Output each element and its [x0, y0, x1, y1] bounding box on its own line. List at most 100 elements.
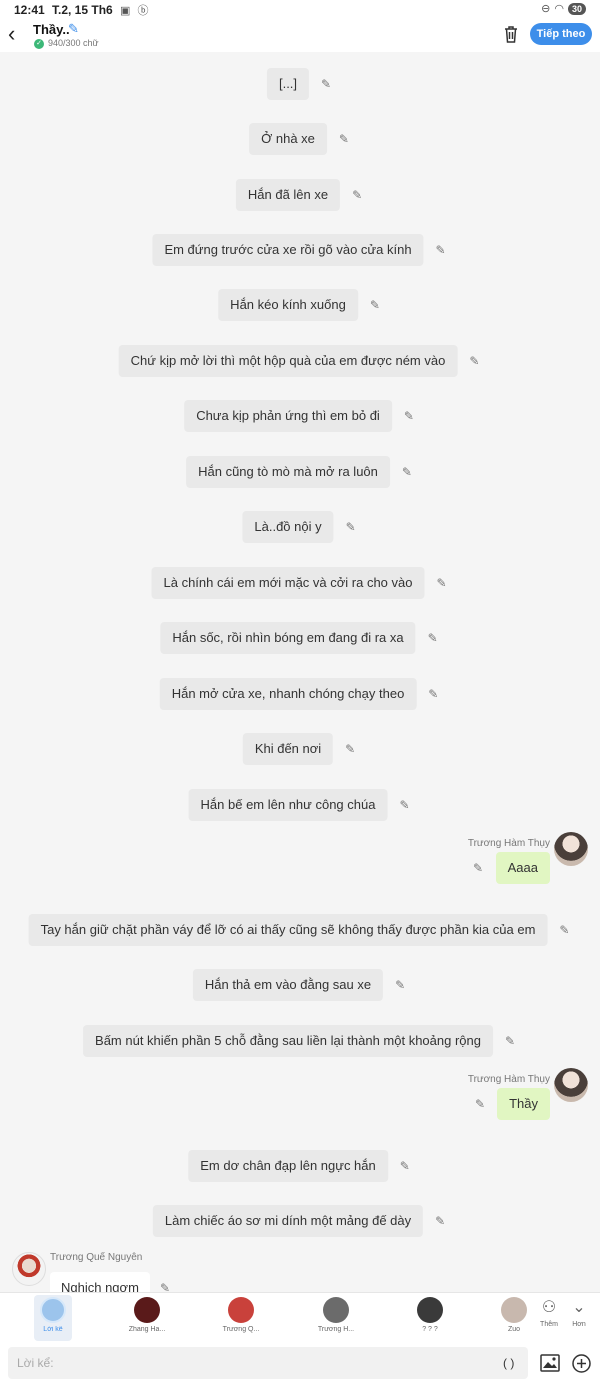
character-narrator[interactable]: Lời kể [34, 1295, 72, 1341]
character-message: Trương Quế Nguyên Nghịch ngợm ✎ [0, 1252, 600, 1292]
edit-icon[interactable]: ✎ [160, 1282, 172, 1292]
character-zhang[interactable]: Zhang Ha... [117, 1295, 177, 1341]
edit-icon[interactable]: ✎ [395, 979, 407, 991]
narration-row: Em đứng trước cửa xe rồi gõ vào cửa kính… [0, 234, 600, 266]
character-message: Trương Hàm Thụy Thầy ✎ [0, 1068, 600, 1144]
avatar [134, 1297, 160, 1323]
character-bar: Lời kể Zhang Ha... Trương Q... Trương H.… [0, 1292, 600, 1342]
edit-icon[interactable]: ✎ [370, 299, 382, 311]
add-character-button[interactable]: ⚇ Thêm [532, 1297, 566, 1337]
narration-row: Hắn thả em vào đằng sau xe ✎ [0, 969, 600, 1001]
edit-icon[interactable]: ✎ [346, 521, 358, 533]
edit-icon[interactable]: ✎ [436, 244, 448, 256]
character-truong-h[interactable]: Trương H... [306, 1295, 366, 1341]
avatar[interactable] [12, 1252, 46, 1286]
narration-bubble[interactable]: Hắn đã lên xe [235, 179, 341, 211]
narration-bubble[interactable]: Hắn cũng tò mò mà mở ra luôn [186, 456, 390, 488]
narration-input[interactable] [8, 1347, 528, 1379]
character-zuo[interactable]: Zuo [500, 1295, 528, 1341]
narration-row: Em dơ chân đạp lên ngực hắn ✎ [0, 1150, 600, 1182]
narration-bubble[interactable]: Khi đến nơi [242, 733, 334, 765]
narration-bubble[interactable]: Hắn mở cửa xe, nhanh chóng chạy theo [159, 678, 417, 710]
avatar [417, 1297, 443, 1323]
dialog-bubble[interactable]: Aaaa [495, 852, 550, 884]
edit-icon[interactable]: ✎ [473, 862, 485, 874]
edit-icon[interactable]: ✎ [352, 189, 364, 201]
narration-row: Bấm nút khiến phần 5 chỗ đằng sau liền l… [0, 1025, 600, 1057]
narration-bubble[interactable]: Là chính cái em mới mặc và cởi ra cho và… [151, 567, 425, 599]
edit-icon[interactable]: ✎ [469, 355, 481, 367]
edit-icon[interactable]: ✎ [402, 466, 414, 478]
back-icon[interactable]: ‹ [8, 23, 28, 47]
character-truong-q[interactable]: Trương Q... [211, 1295, 271, 1341]
narration-bubble[interactable]: Làm chiếc áo sơ mi dính một mảng đế dày [152, 1205, 424, 1237]
status-icons: ▣ ⓑ [120, 5, 151, 17]
speaker-name: Trương Quế Nguyên [50, 1252, 143, 1263]
narration-bubble[interactable]: Ở nhà xe [249, 123, 327, 155]
narration-row: Tay hắn giữ chặt phần váy để lỡ có ai th… [0, 914, 600, 946]
avatar[interactable] [554, 1068, 588, 1102]
edit-icon[interactable]: ✎ [435, 1215, 447, 1227]
edit-icon[interactable]: ✎ [559, 924, 571, 936]
narration-row: Làm chiếc áo sơ mi dính một mảng đế dày ✎ [0, 1205, 600, 1237]
parentheses-button[interactable]: ( ) [503, 1356, 514, 1370]
narration-bubble[interactable]: Hắn bế em lên như công chúa [188, 789, 388, 821]
character-name: ? ? ? [422, 1326, 438, 1333]
status-time: 12:41 [14, 3, 45, 17]
edit-icon[interactable]: ✎ [400, 1160, 412, 1172]
edit-title-icon[interactable]: ✎ [68, 21, 79, 37]
narration-row: Hắn sốc, rồi nhìn bóng em đang đi ra xa ✎ [0, 622, 600, 654]
narration-bubble[interactable]: Hắn kéo kính xuống [218, 289, 358, 321]
narration-bubble[interactable]: Là..đồ nội y [242, 511, 334, 543]
narration-row: Chưa kịp phản ứng thì em bỏ đi ✎ [0, 400, 600, 432]
edit-icon[interactable]: ✎ [321, 78, 333, 90]
edit-icon[interactable]: ✎ [505, 1035, 517, 1047]
character-name: Zhang Ha... [128, 1326, 166, 1333]
narration-row: Hắn đã lên xe ✎ [0, 179, 600, 211]
edit-icon[interactable]: ✎ [339, 133, 351, 145]
check-icon: ✓ [34, 39, 44, 49]
avatar[interactable] [554, 832, 588, 866]
avatar [501, 1297, 527, 1323]
status-right: ⊖ ◠ 30 [541, 2, 586, 15]
edit-icon[interactable]: ✎ [428, 632, 440, 644]
dialog-bubble[interactable]: Nghịch ngợm [50, 1272, 150, 1292]
word-count: 940/300 chữ [48, 38, 99, 48]
character-name: Trương Q... [222, 1326, 260, 1333]
status-bar: 12:41 T.2, 15 Th6 ▣ ⓑ ⊖ ◠ 30 [0, 0, 600, 18]
narration-bubble[interactable]: Tay hắn giữ chặt phần váy để lỡ có ai th… [28, 914, 548, 946]
character-unknown[interactable]: ? ? ? [400, 1295, 460, 1341]
edit-icon[interactable]: ✎ [345, 743, 357, 755]
battery-icon: 30 [567, 2, 586, 15]
narration-bubble[interactable]: Em đứng trước cửa xe rồi gõ vào cửa kính [152, 234, 424, 266]
avatar [323, 1297, 349, 1323]
narration-bubble[interactable]: [...] [266, 68, 310, 100]
character-name: Lời kể [43, 1326, 63, 1333]
narration-bubble[interactable]: Hắn sốc, rồi nhìn bóng em đang đi ra xa [160, 622, 416, 654]
narration-bubble[interactable]: Chứ kịp mở lời thì một hộp quà của em đư… [118, 345, 458, 377]
edit-icon[interactable]: ✎ [475, 1098, 487, 1110]
narration-bubble[interactable]: Chưa kịp phản ứng thì em bỏ đi [184, 400, 392, 432]
narration-row: Hắn bế em lên như công chúa ✎ [0, 789, 600, 821]
dnd-icon: ⊖ [541, 3, 551, 15]
collapse-button[interactable]: ⌄ Hơn [562, 1297, 596, 1337]
edit-icon[interactable]: ✎ [428, 688, 440, 700]
chat-area[interactable]: [...] ✎ Ở nhà xe ✎ Hắn đã lên xe ✎ Em đứng … [0, 52, 600, 1292]
plus-icon[interactable] [572, 1354, 591, 1373]
edit-icon[interactable]: ✎ [404, 410, 416, 422]
dialog-bubble[interactable]: Thầy [497, 1088, 550, 1120]
next-button[interactable]: Tiếp theo [530, 23, 592, 45]
image-icon[interactable] [540, 1354, 560, 1372]
narration-bubble[interactable]: Em dơ chân đạp lên ngực hắn [188, 1150, 388, 1182]
narration-row: Chứ kịp mở lời thì một hộp quà của em đư… [0, 345, 600, 377]
speaker-name: Trương Hàm Thụy [467, 838, 550, 849]
top-header: ‹ Thầy.. ✎ ✓ 940/300 chữ Tiếp theo [0, 18, 600, 52]
narration-bubble[interactable]: Bấm nút khiến phần 5 chỗ đằng sau liền l… [83, 1025, 493, 1057]
narration-bubble[interactable]: Hắn thả em vào đằng sau xe [192, 969, 384, 1001]
trash-icon[interactable] [502, 24, 520, 44]
input-bar: ( ) [0, 1342, 600, 1386]
narration-row: Hắn mở cửa xe, nhanh chóng chạy theo ✎ [0, 678, 600, 710]
status-date: T.2, 15 Th6 [52, 3, 113, 17]
edit-icon[interactable]: ✎ [399, 799, 411, 811]
edit-icon[interactable]: ✎ [436, 577, 448, 589]
